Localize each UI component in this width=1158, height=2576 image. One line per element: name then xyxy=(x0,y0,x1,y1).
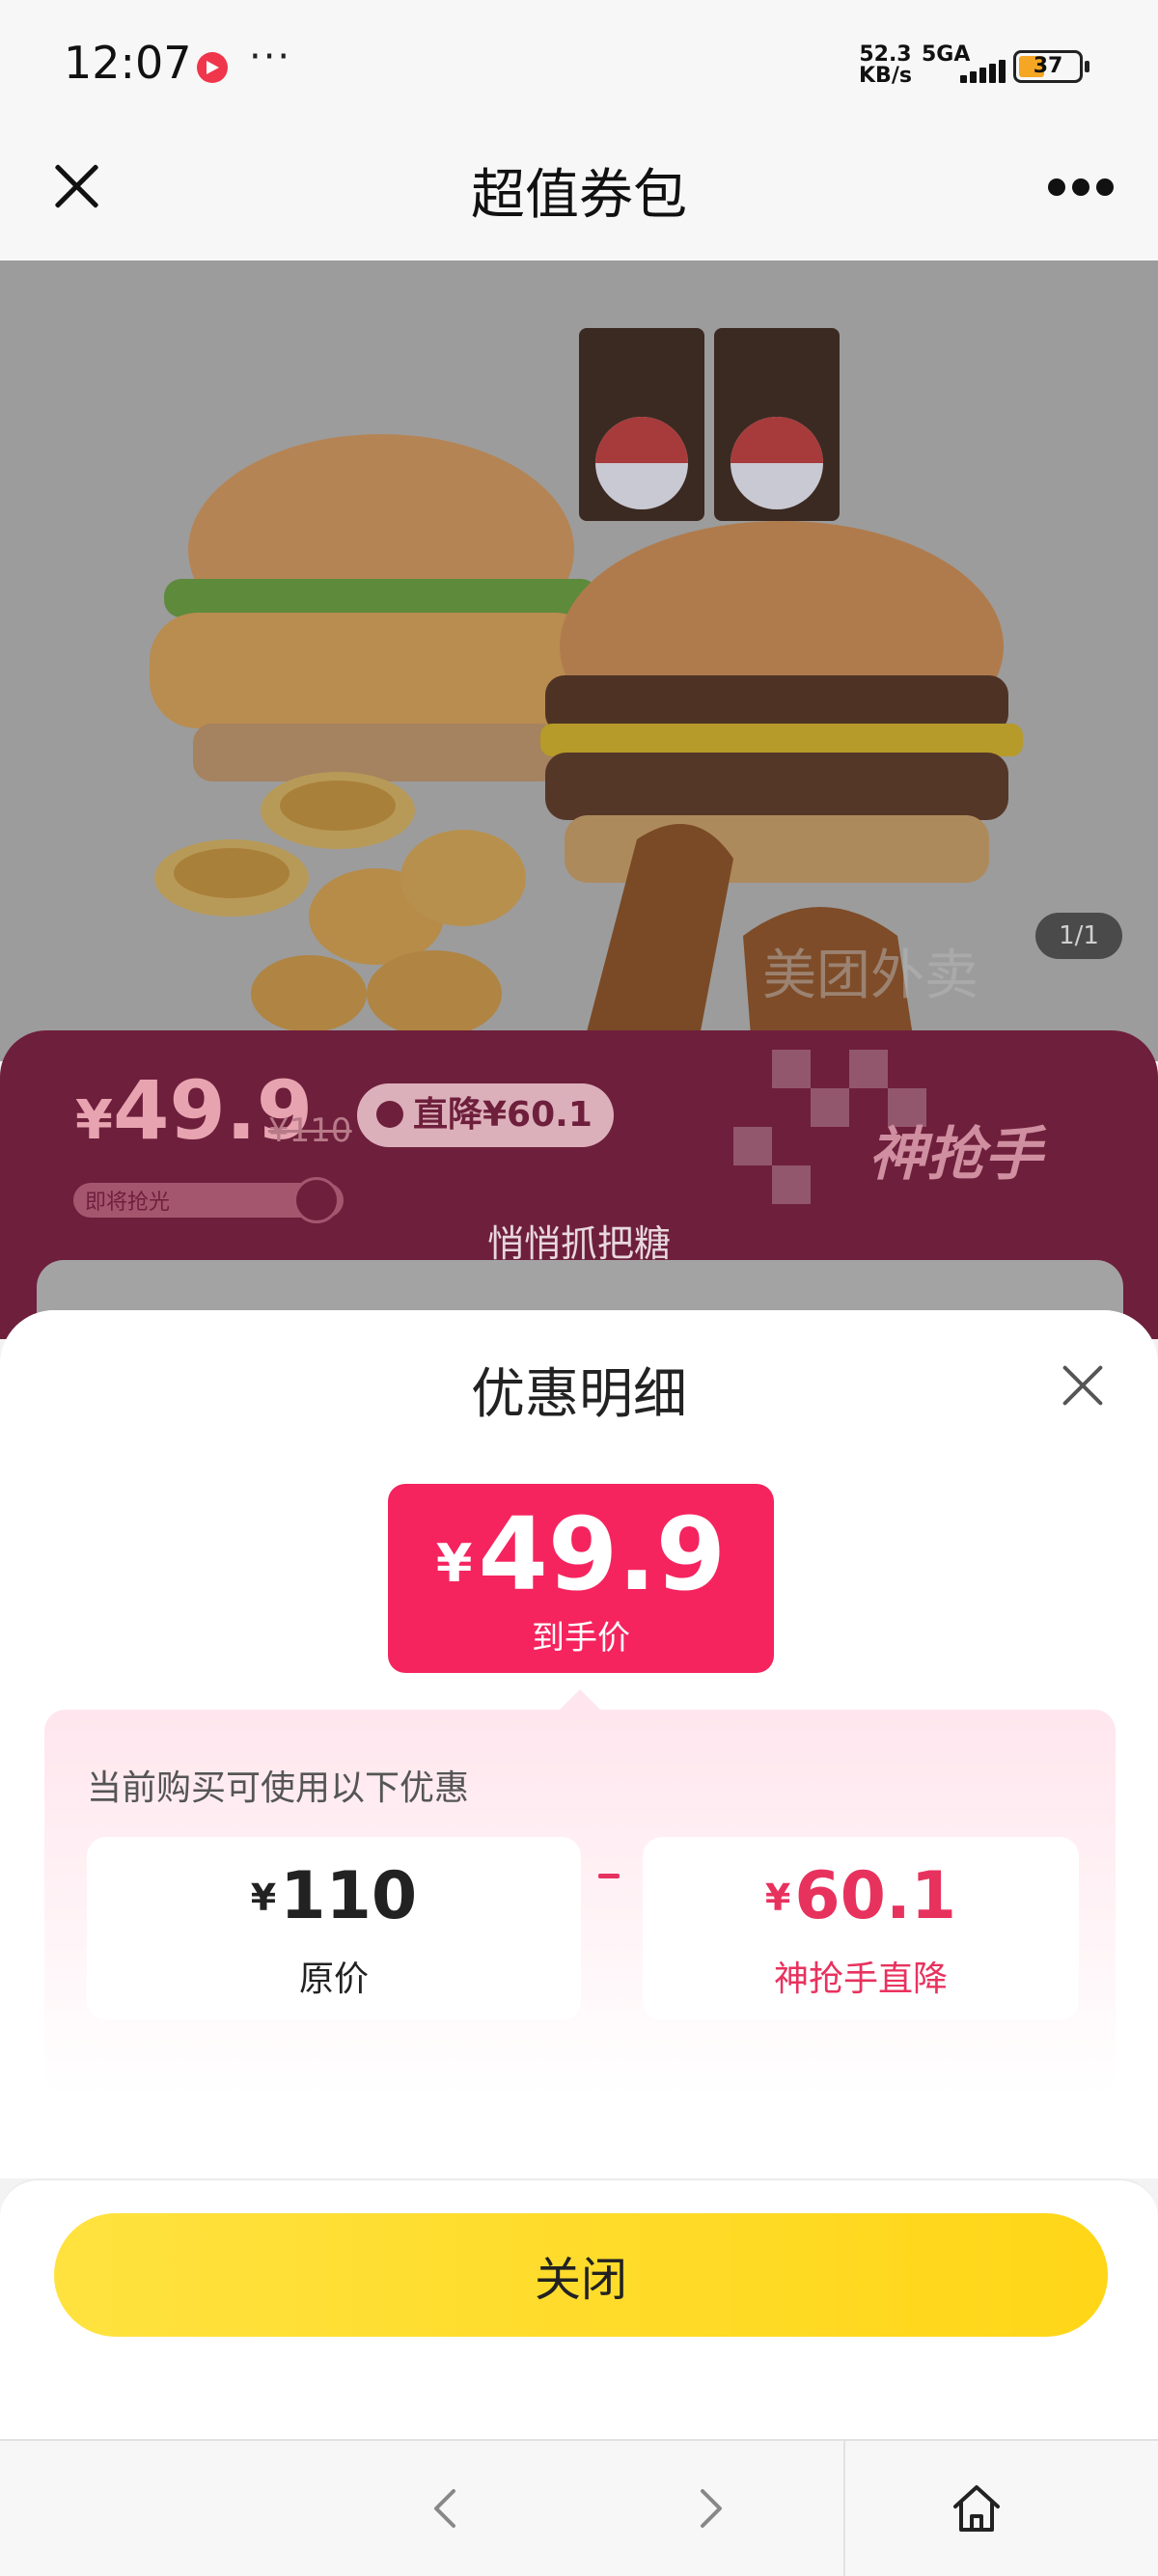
original-price: ¥110 xyxy=(87,1858,581,1934)
original-currency: ¥ xyxy=(250,1877,277,1919)
stock-progress: 即将抢光 xyxy=(73,1177,344,1223)
original-amount: 110 xyxy=(280,1858,418,1934)
discount-detail-sheet: 优惠明细 ¥49.9 到手价 当前购买可使用以下优惠 ¥110 原价 ¥60.1 xyxy=(0,1310,1158,2439)
discount-amount: ¥60.1 xyxy=(643,1858,1079,1934)
discount-currency: ¥ xyxy=(764,1877,791,1919)
status-time: 12:07 xyxy=(64,37,192,89)
stock-progress-label: 即将抢光 xyxy=(85,1191,171,1215)
deal-original-price: ¥110 xyxy=(268,1111,352,1150)
close-icon[interactable] xyxy=(1060,1362,1106,1409)
chevron-left-icon[interactable] xyxy=(415,2478,477,2539)
final-currency: ¥ xyxy=(435,1533,473,1594)
discount-card: ¥60.1 神抢手直降 xyxy=(643,1837,1079,2020)
food-illustration: 美团外卖 xyxy=(150,328,1023,1061)
battery-level: 37 xyxy=(1033,54,1063,78)
original-price-card: ¥110 原价 xyxy=(87,1837,581,2020)
sheet-body: 优惠明细 ¥49.9 到手价 当前购买可使用以下优惠 ¥110 原价 ¥60.1 xyxy=(0,1310,1158,2179)
final-price-box: ¥49.9 到手价 xyxy=(388,1484,774,1673)
image-counter: 1/1 xyxy=(1035,913,1122,959)
original-price-label: 原价 xyxy=(298,1959,369,1999)
home-icon[interactable] xyxy=(946,2478,1007,2539)
close-button[interactable]: 关闭 xyxy=(54,2213,1108,2337)
discount-badge: 直降¥60.1 xyxy=(357,1083,614,1147)
deal-tagline: 悄悄抓把糖 xyxy=(486,1222,671,1265)
final-price: ¥49.9 xyxy=(388,1501,774,1617)
product-image: 美团外卖 1/1 xyxy=(0,260,1158,1061)
network-speed: 52.3 KB/s xyxy=(859,44,912,87)
title-bar: 超值券包 xyxy=(0,130,1158,260)
network-speed-unit: KB/s xyxy=(859,64,912,88)
network-speed-value: 52.3 xyxy=(859,42,912,67)
promo-panel: 当前购买可使用以下优惠 ¥110 原价 ¥60.1 神抢手直降 xyxy=(44,1710,1116,2096)
minus-sign xyxy=(598,1874,620,1878)
page-title: 超值券包 xyxy=(471,164,687,227)
video-app-icon xyxy=(197,52,228,83)
final-price-value: 49.9 xyxy=(478,1495,727,1613)
status-more-indicator: ··· xyxy=(249,35,292,79)
chevron-right-icon[interactable] xyxy=(679,2478,741,2539)
more-icon[interactable] xyxy=(1048,178,1114,198)
svg-text:美团外卖: 美团外卖 xyxy=(762,945,979,1007)
deal-banner: ¥49.9 ¥110 直降¥60.1 神抢手 即将抢光 悄悄抓把糖 xyxy=(0,1030,1158,1339)
signal-icon xyxy=(922,54,1006,83)
status-bar: 12:07 ··· 52.3 KB/s 5GA 37 xyxy=(0,0,1158,130)
battery-icon: 37 xyxy=(1013,50,1089,83)
promo-title: 当前购买可使用以下优惠 xyxy=(87,1768,470,1808)
sheet-actions: 关闭 xyxy=(0,2179,1158,2439)
deal-currency: ¥ xyxy=(75,1089,113,1152)
final-price-label: 到手价 xyxy=(532,1619,630,1658)
bottom-nav xyxy=(0,2439,1158,2576)
discount-amount-value: 60.1 xyxy=(794,1858,957,1934)
brand-logo: 神抢手 xyxy=(868,1121,1042,1189)
nav-divider xyxy=(843,2441,845,2576)
discount-label: 神抢手直降 xyxy=(773,1959,948,1999)
sheet-title: 优惠明细 xyxy=(471,1363,687,1426)
